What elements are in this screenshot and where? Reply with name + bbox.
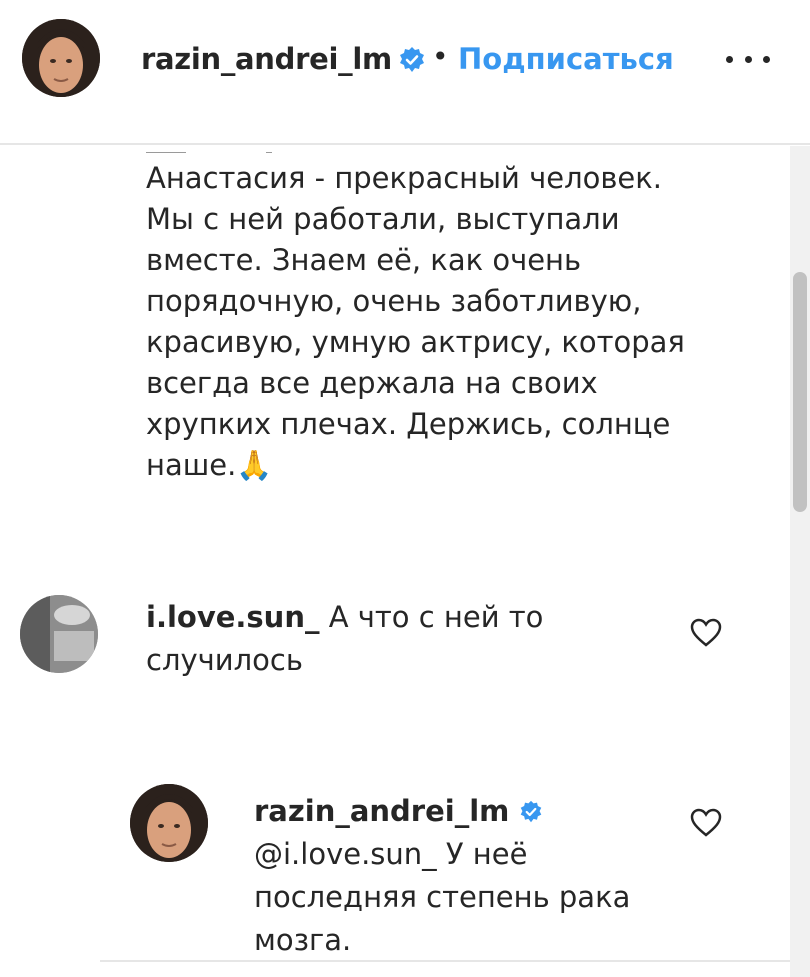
caption-line: всегда все держала на своих <box>146 366 598 400</box>
heart-icon[interactable] <box>690 808 722 838</box>
scrollbar-track[interactable] <box>790 146 810 977</box>
dot <box>763 55 770 63</box>
author-avatar[interactable] <box>22 19 100 97</box>
replier-avatar[interactable] <box>130 784 208 862</box>
divider <box>100 960 790 962</box>
follow-button[interactable]: Подписаться <box>458 42 674 76</box>
reply-username[interactable]: razin_andrei_lm <box>254 794 509 828</box>
comment-item: i.love.sun_ А что с ней то случилось <box>146 596 666 682</box>
heart-icon[interactable] <box>690 618 722 648</box>
verified-badge-icon <box>519 793 543 823</box>
caption-line: красивую, умную актрису, которая <box>146 325 685 359</box>
scrollbar-thumb[interactable] <box>793 272 807 512</box>
verified-badge-icon <box>398 46 426 74</box>
caption-line: наше.🙏 <box>146 448 273 482</box>
caption-text: Анастасия - прекрасный человек. Мы с ней… <box>146 158 736 486</box>
author-username[interactable]: razin_andrei_lm <box>141 42 392 76</box>
reply-text: @i.love.sun_ У неё последняя степень рак… <box>254 837 631 957</box>
more-options-icon[interactable] <box>726 44 770 74</box>
reply-item: razin_andrei_lm @i.love.sun_ У неё после… <box>254 790 674 962</box>
caption-line: Анастасия - прекрасный человек. <box>146 161 663 195</box>
dot <box>744 55 752 63</box>
dot <box>726 55 733 63</box>
caption-line: вместе. Знаем её, как очень <box>146 243 582 277</box>
caption-line: порядочную, очень заботливую, <box>146 284 642 318</box>
caption-line: Мы с ней работали, выступали <box>146 202 620 236</box>
comment-username[interactable]: i.love.sun_ <box>146 600 319 634</box>
clipped-text-fragment <box>146 145 306 153</box>
commenter-avatar[interactable] <box>20 595 98 673</box>
post-header: razin_andrei_lm • Подписаться <box>0 0 810 145</box>
header-separator: • <box>432 40 449 73</box>
caption-line: хрупких плечах. Держись, солнце <box>146 407 671 441</box>
